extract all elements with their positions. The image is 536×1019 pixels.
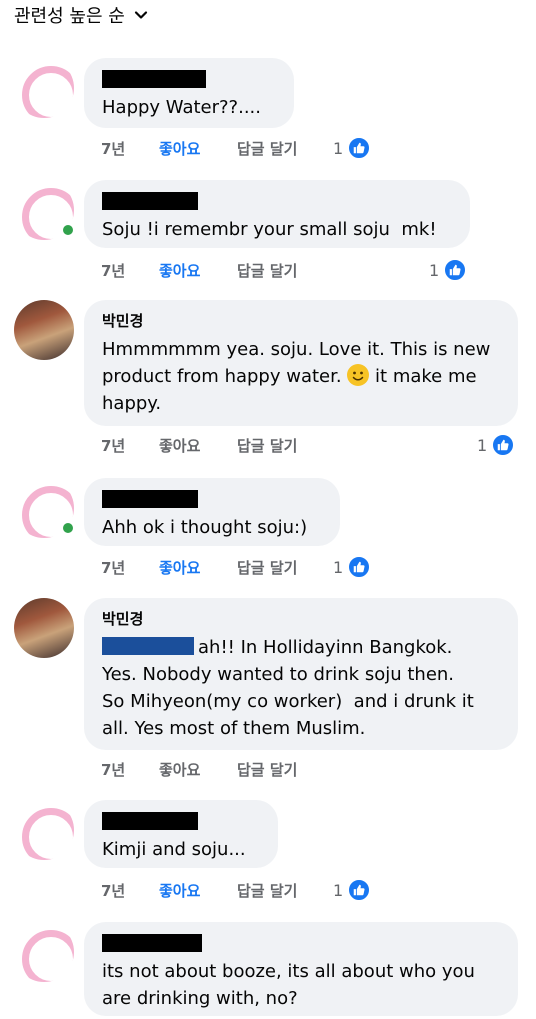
like-button[interactable]: 좋아요 [159,880,237,901]
thumbs-up-icon [347,555,372,579]
author-name[interactable]: 박민경 [102,608,500,630]
avatar[interactable] [14,58,74,118]
redacted-author-name[interactable] [102,490,198,508]
comment-bubble: Soju !i remembr your small soju mk! [84,180,470,248]
reaction-number: 1 [333,138,344,158]
comment-bubble: Ahh ok i thought soju:) [84,478,340,546]
reaction-count[interactable]: 1 [333,135,372,161]
like-button[interactable]: 좋아요 [159,435,237,456]
redacted-author-name[interactable] [102,934,202,952]
comment-text: Hmmmmmm yea. soju. Love it. This is new … [102,336,500,417]
comment-actions: 7년 좋아요 답글 달기 [101,756,327,782]
comment-actions: 7년 좋아요 답글 달기 [101,877,327,903]
avatar[interactable] [14,800,74,860]
avatar[interactable] [14,922,74,982]
redacted-author-name[interactable] [102,812,198,830]
comment-actions: 7년 좋아요 답글 달기 [101,554,327,580]
chevron-down-icon [134,11,147,19]
reaction-count[interactable]: 1 [333,554,372,580]
reaction-count[interactable]: 1 [429,257,468,283]
redacted-mention-link[interactable] [102,637,194,655]
comment-text: Happy Water??.... [102,97,261,118]
reply-button[interactable]: 답글 달기 [237,435,327,456]
author-name[interactable]: 박민경 [102,310,500,332]
redacted-author-name[interactable] [102,192,198,210]
sort-label: 관련성 높은 순 [14,6,125,27]
thumbs-up-icon [347,878,372,902]
reply-button[interactable]: 답글 달기 [237,557,327,578]
comment-text: Soju !i remembr your small soju mk! [102,219,437,240]
reaction-number: 1 [333,557,344,577]
avatar[interactable] [14,478,76,538]
comment-time[interactable]: 7년 [101,260,159,281]
comment-time[interactable]: 7년 [101,880,159,901]
comment-bubble: Happy Water??.... [84,58,294,128]
reply-button[interactable]: 답글 달기 [237,880,327,901]
comment-text: ah!! In Hollidayinn Bangkok. Yes. Nobody… [102,634,500,742]
thumbs-up-icon [491,433,516,457]
comment-time[interactable]: 7년 [101,138,159,159]
reaction-count[interactable]: 1 [477,432,516,458]
comment-bubble: 박민경 Hmmmmmm yea. soju. Love it. This is … [84,300,518,426]
online-status-indicator [60,520,76,536]
thumbs-up-icon [443,258,468,282]
redacted-author-name[interactable] [102,70,206,88]
avatar[interactable] [14,598,74,658]
thumbs-up-icon [347,136,372,160]
comment-bubble: 박민경 ah!! In Hollidayinn Bangkok. Yes. No… [84,598,518,750]
reaction-number: 1 [429,260,440,280]
comment-bubble: its not about booze, its all about who y… [84,922,518,1016]
comment-actions: 7년 좋아요 답글 달기 [101,257,327,283]
reaction-number: 1 [333,880,344,900]
online-status-indicator [60,222,76,238]
comment-bubble: Kimji and soju... [84,800,278,868]
comment-time[interactable]: 7년 [101,557,159,578]
comment-time[interactable]: 7년 [101,435,159,456]
comment-actions: 7년 좋아요 답글 달기 [101,135,327,161]
reply-button[interactable]: 답글 달기 [237,138,327,159]
reply-button[interactable]: 답글 달기 [237,260,327,281]
comment-text: Ahh ok i thought soju:) [102,517,308,538]
comment-time[interactable]: 7년 [101,759,159,780]
reaction-count[interactable]: 1 [333,877,372,903]
avatar[interactable] [14,300,74,360]
like-button[interactable]: 좋아요 [159,759,237,780]
smiley-face-icon [347,364,370,386]
avatar[interactable] [14,180,76,240]
reply-button[interactable]: 답글 달기 [237,759,327,780]
reaction-number: 1 [477,435,488,455]
comment-text: Kimji and soju... [102,839,246,860]
comment-actions: 7년 좋아요 답글 달기 [101,432,327,458]
sort-dropdown[interactable]: 관련성 높은 순 [14,0,149,30]
like-button[interactable]: 좋아요 [159,260,237,281]
like-button[interactable]: 좋아요 [159,557,237,578]
comment-text: its not about booze, its all about who y… [102,961,475,1009]
like-button[interactable]: 좋아요 [159,138,237,159]
